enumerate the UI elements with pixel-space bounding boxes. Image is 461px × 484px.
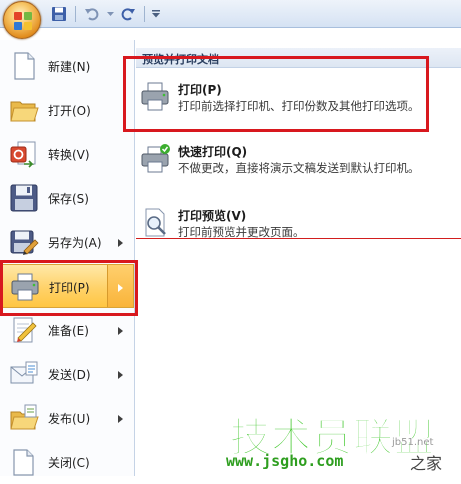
menu-item-label: 打印(P) [49, 281, 90, 295]
submenu-arrow-icon [118, 415, 123, 423]
send-icon [10, 361, 38, 384]
qat-separator [75, 6, 76, 22]
menu-item-send[interactable]: 发送(D) [0, 352, 134, 396]
save-as-icon [10, 230, 39, 255]
undo-icon [85, 8, 99, 21]
menu-item-label: 打开(O) [48, 104, 91, 118]
publish-icon [10, 404, 39, 430]
submenu-item-quick-print[interactable]: 快速打印(Q) 不做更改，直接将演示文稿发送到默认打印机。 [136, 143, 456, 193]
menu-item-label: 另存为(A) [48, 236, 102, 250]
menu-item-label: 发布(U) [48, 412, 91, 426]
submenu-header: 预览并打印文档 [136, 48, 461, 68]
submenu-item-print[interactable]: 打印(P) 打印前选择打印机、打印份数及其他打印选项。 [136, 81, 456, 129]
menu-item-save-as[interactable]: 另存为(A) [0, 220, 134, 264]
menu-item-publish[interactable]: 发布(U) [0, 396, 134, 440]
qat-undo-dropdown[interactable] [105, 4, 115, 24]
menu-item-save[interactable]: 保存(S) [0, 176, 134, 220]
submenu-item-title: 快速打印(Q) [178, 145, 248, 159]
chevron-down-icon [106, 11, 114, 16]
watermark-suffix: 之家 [410, 454, 443, 473]
menu-item-new[interactable]: 新建(N) [0, 44, 134, 88]
print-preview-icon [145, 208, 166, 237]
menu-item-label: 发送(D) [48, 368, 91, 382]
menu-item-print[interactable]: 打印(P) [0, 264, 134, 308]
menu-item-prepare[interactable]: 准备(E) [0, 308, 134, 352]
submenu-arrow-icon [118, 327, 123, 335]
submenu-arrow-icon [118, 239, 123, 247]
menu-item-open[interactable]: 打开(O) [0, 88, 134, 132]
convert-icon [10, 141, 36, 168]
menu-item-label: 关闭(C) [48, 456, 90, 470]
office-menu-left-pane: 新建(N) 打开(O) 转换(V) 保存(S) 另存为(A) 打印(P) 准备(… [0, 40, 135, 476]
annotation-line [136, 238, 461, 239]
menu-item-label: 新建(N) [48, 60, 91, 74]
qat-save-button[interactable] [48, 4, 70, 24]
submenu-arrow-icon [118, 284, 123, 292]
quick-access-toolbar [48, 4, 162, 24]
repeat-icon [121, 8, 135, 21]
menu-item-close[interactable]: 关闭(C) [0, 440, 134, 484]
menu-item-label: 转换(V) [48, 148, 90, 162]
office-button[interactable] [3, 1, 41, 39]
new-document-icon [14, 52, 35, 80]
quick-print-icon [141, 144, 170, 173]
customize-dropdown-icon [152, 10, 160, 18]
qat-undo-button[interactable] [81, 4, 103, 24]
submenu-item-title: 打印(P) [178, 83, 222, 97]
printer-icon [141, 82, 169, 111]
close-document-icon [13, 449, 34, 476]
submenu-item-description: 不做更改，直接将演示文稿发送到默认打印机。 [178, 161, 420, 175]
submenu-item-title: 打印预览(V) [178, 209, 247, 223]
open-folder-icon [10, 101, 39, 122]
save-icon [52, 7, 66, 21]
submenu-arrow-icon [118, 371, 123, 379]
watermark-domain: jb51.net [392, 437, 434, 448]
save-icon [10, 184, 38, 212]
printer-icon [11, 273, 39, 301]
qat-redo-button[interactable] [117, 4, 139, 24]
title-bar [0, 0, 461, 28]
menu-item-convert[interactable]: 转换(V) [0, 132, 134, 176]
watermark-url: www.jsgho.com [226, 452, 344, 470]
prepare-icon [13, 317, 37, 343]
qat-customize-button[interactable] [150, 4, 162, 24]
menu-item-label: 保存(S) [48, 192, 89, 206]
qat-separator [144, 6, 145, 22]
office-logo-icon [14, 12, 32, 30]
submenu-item-description: 打印前选择打印机、打印份数及其他打印选项。 [178, 99, 420, 113]
menu-item-label: 准备(E) [48, 324, 89, 338]
